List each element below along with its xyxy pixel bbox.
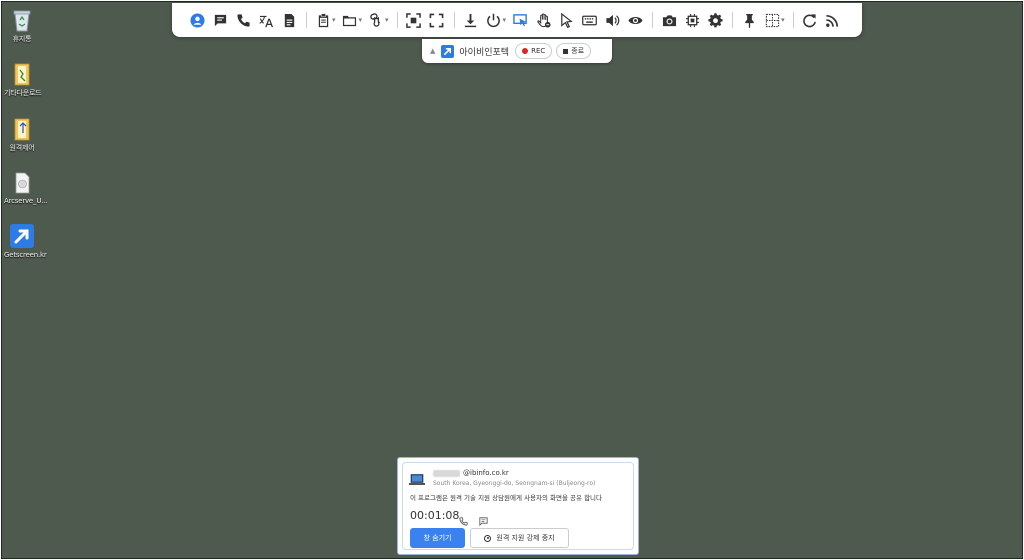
rec-button[interactable]: REC xyxy=(515,43,553,59)
command-icon[interactable] xyxy=(365,9,387,31)
session-tab: ▲ 아이비인포텍 REC 종료 xyxy=(422,39,612,63)
pin-icon[interactable] xyxy=(738,9,760,31)
desktop: 휴지통 기타다운로드 원격제어 Arcserve_U... Getscreen.… xyxy=(1,1,1023,559)
phone-icon[interactable] xyxy=(459,511,468,526)
desktop-icon-getscreen[interactable]: Getscreen.kr xyxy=(4,223,47,259)
power-icon[interactable] xyxy=(483,9,505,31)
toolbar-divider xyxy=(396,12,398,28)
getscreen-app-icon xyxy=(9,223,35,249)
end-session-button[interactable]: 종료 xyxy=(556,43,592,59)
chevron-down-icon[interactable]: ▾ xyxy=(781,16,785,24)
remote-support-panel: @ibinfo.co.kr South Korea, Gyeonggi-do, … xyxy=(397,457,639,555)
desktop-icon-label: 기타다운로드 xyxy=(4,89,42,97)
chevron-down-icon[interactable]: ▾ xyxy=(332,16,336,24)
download-icon[interactable] xyxy=(460,9,482,31)
grid-icon[interactable] xyxy=(761,9,783,31)
toolbar-divider xyxy=(453,12,455,28)
laptop-icon xyxy=(409,471,425,485)
desktop-icon-label: Getscreen.kr xyxy=(4,251,47,259)
session-timer: 00:01:08 xyxy=(410,509,460,522)
toolbar-divider xyxy=(792,12,794,28)
desktop-icon-recycle-bin[interactable]: 휴지통 xyxy=(4,8,40,44)
desktop-icon-arcserve-file[interactable]: Arcserve_U... xyxy=(4,171,48,205)
chat-icon[interactable] xyxy=(209,9,231,31)
rec-label: REC xyxy=(531,47,546,55)
remote-view-icon[interactable] xyxy=(509,9,531,31)
hide-window-button[interactable]: 창 숨기기 xyxy=(410,528,465,548)
remote-toolbar: ▾ ▾ ▾ ▾ ▾ xyxy=(172,3,862,37)
desktop-icon-remote-control-folder[interactable]: 원격제어 xyxy=(4,117,40,153)
end-session-label: 종료 xyxy=(571,47,585,55)
clipboard-icon[interactable] xyxy=(312,9,334,31)
screenshot-region-icon[interactable] xyxy=(403,9,425,31)
panel-card: @ibinfo.co.kr South Korea, Gyeonggi-do, … xyxy=(402,462,634,550)
chip-icon[interactable] xyxy=(681,9,703,31)
stop-square-icon xyxy=(563,48,569,54)
document-icon[interactable] xyxy=(278,9,300,31)
force-stop-label: 원격 지원 강제 중지 xyxy=(496,534,555,542)
recycle-bin-icon xyxy=(11,8,33,32)
hand-block-icon[interactable] xyxy=(532,9,554,31)
camera-icon[interactable] xyxy=(658,9,680,31)
translate-icon[interactable] xyxy=(255,9,277,31)
rss-icon[interactable] xyxy=(822,9,844,31)
fullscreen-icon[interactable] xyxy=(426,9,448,31)
chevron-down-icon[interactable]: ▾ xyxy=(359,16,363,24)
toolbar-divider xyxy=(652,12,654,28)
eye-icon[interactable] xyxy=(624,9,646,31)
folder-icon xyxy=(11,117,33,141)
desktop-icon-label: 원격제어 xyxy=(9,144,35,152)
chevron-up-icon[interactable]: ▲ xyxy=(430,47,435,55)
settings-icon[interactable] xyxy=(704,9,726,31)
folder-icon xyxy=(11,62,33,86)
file-icon xyxy=(11,171,33,195)
volume-icon[interactable] xyxy=(601,9,623,31)
chat-icon[interactable] xyxy=(479,511,488,527)
sharing-message: 이 프로그램은 원격 기술 지원 상담원에게 사용자의 화면을 공유 합니다 xyxy=(410,494,603,502)
refresh-icon[interactable] xyxy=(799,9,821,31)
user-location: South Korea, Gyeonggi-do, Seongnam-si (B… xyxy=(433,480,596,487)
phone-icon[interactable] xyxy=(232,9,254,31)
desktop-icon-downloads-folder[interactable]: 기타다운로드 xyxy=(4,62,42,98)
session-name: 아이비인포텍 xyxy=(459,47,510,58)
record-dot-icon xyxy=(522,48,529,54)
chevron-down-icon[interactable]: ▾ xyxy=(503,16,507,24)
user-icon[interactable] xyxy=(186,9,208,31)
desktop-icon-label: 휴지통 xyxy=(12,35,32,43)
force-stop-button[interactable]: 원격 지원 강제 중지 xyxy=(470,528,569,548)
toolbar-divider xyxy=(732,12,734,28)
toolbar-divider xyxy=(306,12,307,28)
folder-icon[interactable] xyxy=(339,9,361,31)
desktop-icon-label: Arcserve_U... xyxy=(4,197,48,205)
cursor-icon[interactable] xyxy=(555,9,577,31)
chevron-down-icon[interactable]: ▾ xyxy=(385,16,389,24)
user-email: @ibinfo.co.kr xyxy=(463,469,509,477)
keyboard-icon[interactable] xyxy=(578,9,600,31)
email-redaction xyxy=(433,470,460,477)
stop-circle-icon xyxy=(484,534,492,542)
getscreen-logo-icon xyxy=(441,44,455,58)
